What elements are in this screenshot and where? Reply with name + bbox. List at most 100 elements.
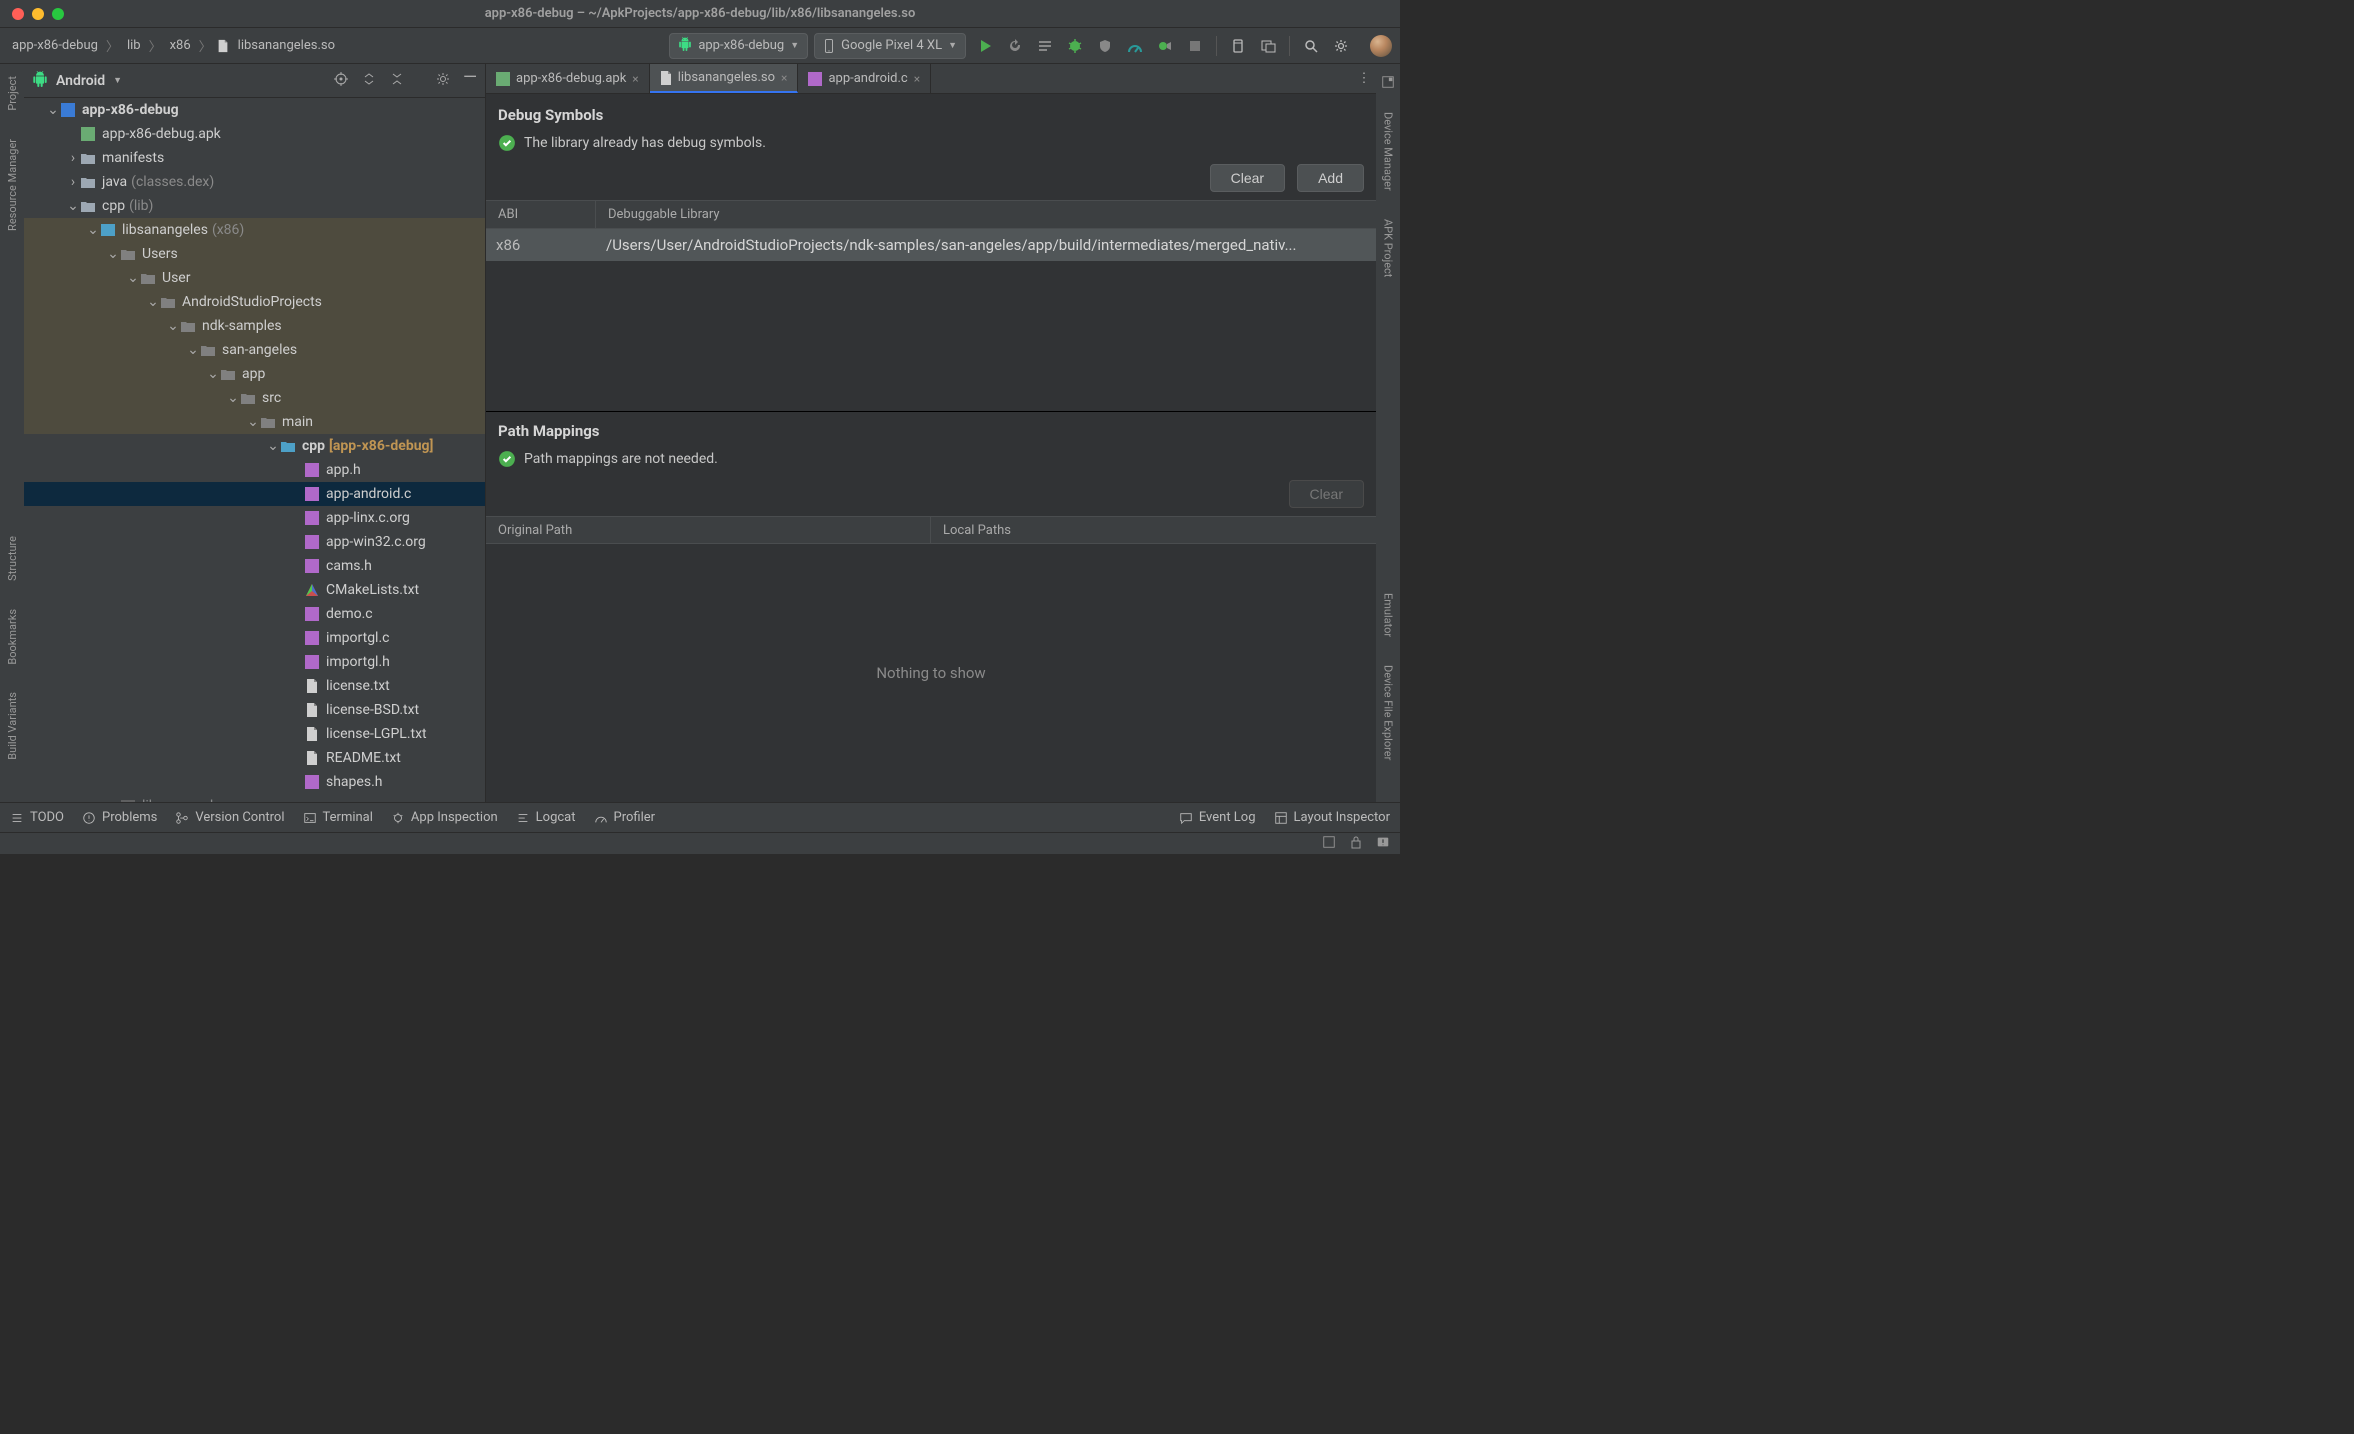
user-avatar[interactable]	[1370, 35, 1392, 57]
hide-panel-icon[interactable]: —	[463, 71, 477, 91]
run-button[interactable]	[976, 37, 994, 55]
tree-file-importglc[interactable]: importgl.c	[24, 626, 485, 650]
window-minimize[interactable]	[32, 8, 44, 20]
tree-file-cmake[interactable]: CMakeLists.txt	[24, 578, 485, 602]
window-close[interactable]	[12, 8, 24, 20]
tree-libsanangeles[interactable]: ⌄ libsanangeles (x86)	[24, 218, 485, 242]
rail-device-manager[interactable]: Device Manager	[1380, 106, 1397, 197]
device-selector[interactable]: Google Pixel 4 XL ▼	[814, 33, 966, 59]
tree-file-license-lgpl[interactable]: license-LGPL.txt	[24, 722, 485, 746]
rail-bookmarks[interactable]: Bookmarks	[4, 603, 21, 671]
window-maximize[interactable]	[52, 8, 64, 20]
folder-icon	[180, 318, 196, 334]
rail-build-variants[interactable]: Build Variants	[4, 686, 21, 766]
attach-debugger-icon[interactable]	[1156, 37, 1174, 55]
collapse-all-icon[interactable]	[389, 71, 405, 91]
tree-file-shapesh[interactable]: shapes.h	[24, 770, 485, 794]
tree-file-license-bsd[interactable]: license-BSD.txt	[24, 698, 485, 722]
run-config-selector[interactable]: app-x86-debug ▼	[669, 33, 808, 59]
rail-emulator[interactable]: Emulator	[1380, 587, 1397, 643]
tabs-menu-icon[interactable]: ⋮	[1352, 64, 1376, 93]
tree-san-angeles[interactable]: ⌄ san-angeles	[24, 338, 485, 362]
tree-file-libso[interactable]: libsanangeles.so	[24, 794, 485, 802]
sync-gradle-icon[interactable]	[1229, 37, 1247, 55]
ide-errors-icon[interactable]	[1376, 835, 1390, 853]
tree-apk[interactable]: app-x86-debug.apk	[24, 122, 485, 146]
chevron-down-icon: ⌄	[186, 338, 200, 362]
close-icon[interactable]: ×	[914, 72, 920, 86]
apply-code-changes-icon[interactable]	[1036, 37, 1054, 55]
bb-layout-inspector[interactable]: Layout Inspector	[1274, 810, 1390, 825]
debug-symbols-row[interactable]: x86 /Users/User/AndroidStudioProjects/nd…	[486, 229, 1376, 261]
tree-file-camsh[interactable]: cams.h	[24, 554, 485, 578]
indexing-icon[interactable]	[1322, 835, 1336, 853]
lock-icon[interactable]	[1350, 835, 1362, 853]
tree-ndk-samples[interactable]: ⌄ ndk-samples	[24, 314, 485, 338]
chevron-down-icon: ⌄	[166, 314, 180, 338]
tree-root[interactable]: ⌄ app-x86-debug	[24, 98, 485, 122]
close-icon[interactable]: ×	[781, 71, 787, 85]
bb-event-log[interactable]: Event Log	[1179, 810, 1256, 825]
bb-terminal[interactable]: Terminal	[303, 810, 373, 825]
clear-button[interactable]: Clear	[1210, 164, 1285, 192]
tree-file-importglh[interactable]: importgl.h	[24, 650, 485, 674]
rail-structure[interactable]: Structure	[4, 530, 21, 587]
crumb-lib[interactable]: lib	[123, 36, 145, 55]
search-everywhere-icon[interactable]	[1302, 37, 1320, 55]
gear-icon[interactable]	[435, 71, 451, 91]
coverage-icon[interactable]	[1096, 37, 1114, 55]
check-circle-icon	[498, 134, 516, 152]
avd-manager-icon[interactable]	[1259, 37, 1277, 55]
tree-app[interactable]: ⌄ app	[24, 362, 485, 386]
crumb-file[interactable]: libsanangeles.so	[234, 36, 339, 55]
tree-java[interactable]: › java (classes.dex)	[24, 170, 485, 194]
close-icon[interactable]: ×	[632, 72, 638, 86]
c-header-icon	[304, 774, 320, 790]
tree-file-app-win32[interactable]: app-win32.c.org	[24, 530, 485, 554]
profiler-icon[interactable]	[1126, 37, 1144, 55]
notifications-icon[interactable]	[1380, 74, 1396, 90]
tree-src[interactable]: ⌄ src	[24, 386, 485, 410]
tree-cpp[interactable]: ⌄ cpp (lib)	[24, 194, 485, 218]
rail-project[interactable]: Project	[4, 70, 21, 117]
rail-resource-manager[interactable]: Resource Manager	[4, 133, 21, 237]
bb-profiler[interactable]: Profiler	[594, 810, 656, 825]
bb-problems[interactable]: Problems	[82, 810, 157, 825]
tree-manifests[interactable]: › manifests	[24, 146, 485, 170]
bb-logcat[interactable]: Logcat	[516, 810, 576, 825]
locate-icon[interactable]	[333, 71, 349, 91]
separator	[1289, 36, 1290, 56]
bb-version-control[interactable]: Version Control	[175, 810, 284, 825]
tree-file-app-android-c[interactable]: app-android.c	[24, 482, 485, 506]
tree-file-app-linx[interactable]: app-linx.c.org	[24, 506, 485, 530]
tab-libsanangeles[interactable]: libsanangeles.so ×	[650, 64, 799, 93]
folder-icon	[80, 150, 96, 166]
bb-app-inspection[interactable]: App Inspection	[391, 810, 498, 825]
crumb-x86[interactable]: x86	[166, 36, 195, 55]
apply-changes-icon[interactable]	[1006, 37, 1024, 55]
tree-file-license[interactable]: license.txt	[24, 674, 485, 698]
bb-todo[interactable]: TODO	[10, 810, 64, 825]
crumb-project[interactable]: app-x86-debug	[8, 36, 102, 55]
stop-button[interactable]	[1186, 37, 1204, 55]
tree-asp[interactable]: ⌄ AndroidStudioProjects	[24, 290, 485, 314]
debug-button[interactable]	[1066, 37, 1084, 55]
tree-cpp-module[interactable]: ⌄ cpp [app-x86-debug]	[24, 434, 485, 458]
rail-device-file-explorer[interactable]: Device File Explorer	[1380, 659, 1397, 766]
rail-apk-project[interactable]: APK Project	[1380, 213, 1397, 283]
tree-file-democ[interactable]: demo.c	[24, 602, 485, 626]
tree-main[interactable]: ⌄ main	[24, 410, 485, 434]
project-view-label[interactable]: Android	[56, 73, 105, 89]
tab-app-android-c[interactable]: app-android.c ×	[798, 64, 931, 93]
tree-file-apph[interactable]: app.h	[24, 458, 485, 482]
tree-user[interactable]: ⌄ User	[24, 266, 485, 290]
debug-symbols-title: Debug Symbols	[486, 106, 1376, 134]
tab-apk[interactable]: app-x86-debug.apk ×	[486, 64, 650, 93]
expand-all-icon[interactable]	[361, 71, 377, 91]
settings-icon[interactable]	[1332, 37, 1350, 55]
tree-users[interactable]: ⌄ Users	[24, 242, 485, 266]
project-panel-header: Android ▼ —	[24, 64, 485, 98]
project-tree[interactable]: ⌄ app-x86-debug app-x86-debug.apk › mani…	[24, 98, 485, 802]
tree-file-readme[interactable]: README.txt	[24, 746, 485, 770]
add-button[interactable]: Add	[1297, 164, 1364, 192]
